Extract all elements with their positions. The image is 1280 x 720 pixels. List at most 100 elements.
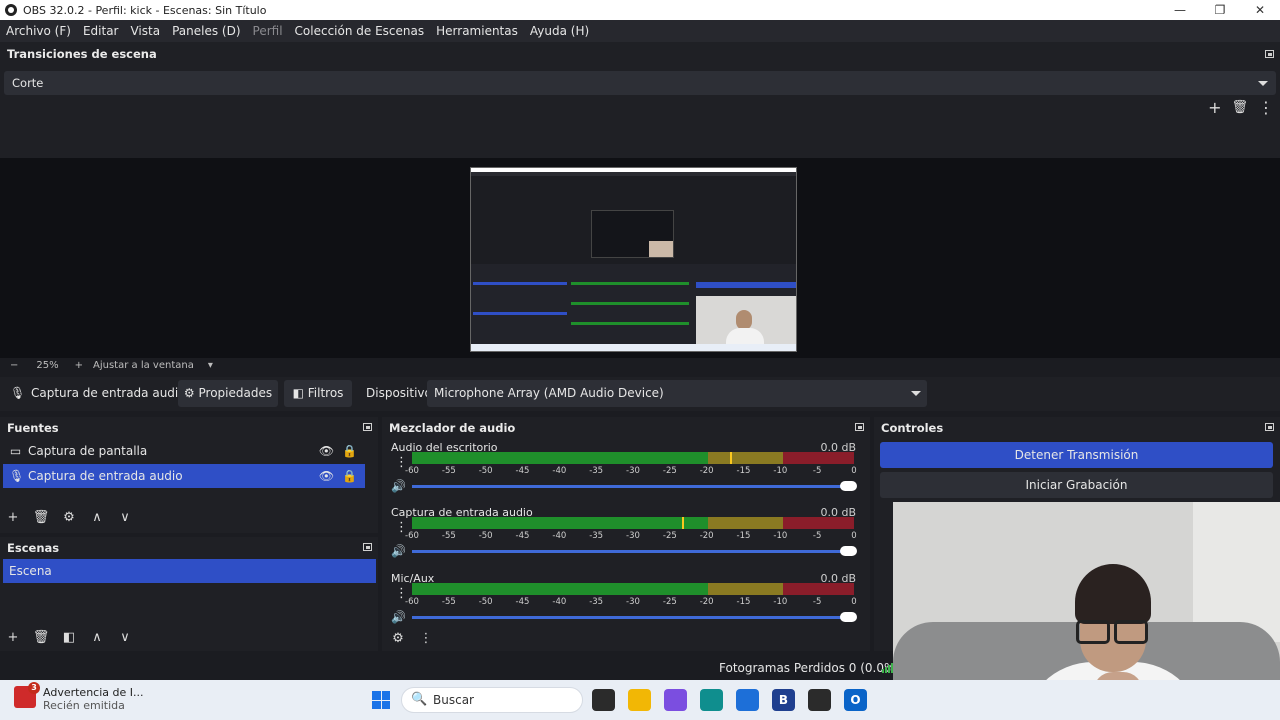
speaker-icon[interactable]: 🔊 (391, 544, 406, 558)
store-icon[interactable] (736, 689, 759, 711)
volume-meter (412, 517, 854, 529)
meter-green-zone (412, 452, 709, 464)
move-source-down-button[interactable]: ∨ (116, 510, 134, 525)
undock-icon[interactable] (1265, 50, 1274, 58)
add-transition-button[interactable]: + (1208, 100, 1221, 116)
meter-ticks: -60 -55 -50 -45 -40 -35 -30 -25 -20 -15 -10 -5 0 (405, 466, 857, 476)
volume-slider[interactable] (412, 481, 857, 491)
volume-slider-handle[interactable] (840, 612, 857, 622)
meter-tick-label: -55 (441, 597, 456, 607)
dropbox-icon[interactable] (808, 689, 831, 711)
webcam-window (1193, 502, 1280, 642)
volume-slider-handle[interactable] (840, 481, 857, 491)
meter-yellow-zone (708, 517, 784, 529)
meter-ticks: -60 -55 -50 -45 -40 -35 -30 -25 -20 -15 -10 -5 0 (405, 531, 857, 541)
add-source-button[interactable]: + (4, 510, 22, 525)
source-label: Captura de entrada audio (28, 469, 183, 483)
zoom-dropdown-icon[interactable]: ▾ (208, 360, 213, 371)
notification-title: Advertencia de I... (43, 686, 144, 699)
volume-slider-handle[interactable] (840, 546, 857, 556)
meter-tick-label: -10 (773, 531, 788, 541)
menu-item[interactable]: Perfil (247, 24, 289, 38)
remove-source-button[interactable]: 🗑 (32, 510, 50, 525)
task-view-icon[interactable] (592, 689, 615, 711)
menu-item[interactable]: Archivo (F) (0, 24, 77, 38)
undock-icon[interactable] (363, 543, 372, 551)
meter-tick-label: -20 (699, 466, 714, 476)
filters-button[interactable]: ◧ Filtros (284, 380, 352, 407)
source-properties-button[interactable]: ⚙ (60, 510, 78, 525)
zoom-value: 25% (36, 359, 59, 371)
volume-slider[interactable] (412, 612, 857, 622)
file-explorer-icon[interactable] (628, 689, 651, 711)
signal-bar (888, 665, 890, 673)
speaker-icon[interactable]: 🔊 (391, 610, 406, 624)
remove-scene-button[interactable]: 🗑 (32, 630, 50, 645)
scene-filters-button[interactable]: ◧ (60, 630, 78, 645)
preview-area[interactable] (0, 158, 1280, 358)
menu-item[interactable]: Vista (124, 24, 166, 38)
zoom-in-button[interactable]: + (75, 360, 83, 371)
taskbar-search[interactable]: 🔍 Buscar (401, 687, 583, 713)
menu-item[interactable]: Ayuda (H) (524, 24, 595, 38)
peak-indicator (681, 517, 684, 529)
preview-meter-2 (571, 302, 689, 305)
meter-tick-label: -35 (589, 597, 604, 607)
meter-tick-label: -15 (736, 597, 751, 607)
eye-icon[interactable]: 👁 (319, 444, 334, 458)
connection-signal-icon (882, 663, 893, 673)
move-source-up-button[interactable]: ∧ (88, 510, 106, 525)
program-preview[interactable] (470, 167, 797, 352)
source-item[interactable]: ▭ Captura de pantalla 👁 🔒 (3, 439, 365, 463)
undock-icon[interactable] (855, 423, 864, 431)
windows-start-icon[interactable] (372, 691, 390, 709)
lock-icon[interactable]: 🔒 (342, 444, 357, 458)
meter-tick-label: -50 (478, 531, 493, 541)
scenes-dock: Escenas Escena + 🗑 ◧ ∧ ∨ (0, 537, 378, 651)
device-select[interactable]: Microphone Array (AMD Audio Device) (427, 380, 927, 407)
menu-item[interactable]: Colección de Escenas (289, 24, 431, 38)
notification-widget[interactable]: 3 Advertencia de I... Recién emitida (14, 682, 144, 712)
mixer-settings-button[interactable]: ⚙ (389, 631, 407, 646)
meter-tick-label: -60 (405, 597, 419, 607)
transition-select[interactable]: Corte (4, 71, 1276, 95)
menu-item[interactable]: Herramientas (430, 24, 524, 38)
device-value: Microphone Array (AMD Audio Device) (434, 386, 664, 400)
meter-tick-label: -15 (736, 531, 751, 541)
scenes-toolbar: + 🗑 ◧ ∧ ∨ (4, 630, 134, 645)
speaker-icon[interactable]: 🔊 (391, 479, 406, 493)
outlook-icon[interactable]: O (844, 689, 867, 711)
transition-more-button[interactable]: ⋮ (1258, 100, 1274, 116)
maximize-button[interactable]: ❐ (1200, 0, 1240, 20)
remove-transition-button[interactable]: 🗑 (1231, 100, 1248, 116)
app-b-icon[interactable]: B (772, 689, 795, 711)
start-recording-button[interactable]: Iniciar Grabación (880, 472, 1273, 498)
meter-tick-label: -5 (812, 466, 822, 476)
volume-slider[interactable] (412, 546, 857, 556)
menu-item[interactable]: Editar (77, 24, 125, 38)
meter-tick-label: -30 (626, 466, 640, 476)
undock-icon[interactable] (363, 423, 372, 431)
fit-window-label[interactable]: Ajustar a la ventana (93, 360, 194, 371)
move-scene-down-button[interactable]: ∨ (116, 630, 134, 645)
scene-item[interactable]: Escena (3, 559, 376, 583)
mixer-more-button[interactable]: ⋮ (417, 631, 435, 646)
start-tile (381, 691, 390, 700)
stop-streaming-button[interactable]: Detener Transmisión (880, 442, 1273, 468)
zoom-out-button[interactable]: − (10, 360, 18, 371)
minimize-button[interactable]: — (1160, 0, 1200, 20)
edge-icon[interactable] (700, 689, 723, 711)
menu-item[interactable]: Paneles (D) (166, 24, 246, 38)
meter-tick-label: -25 (662, 466, 677, 476)
properties-button[interactable]: ⚙ Propiedades (178, 380, 278, 407)
meter-tick-label: -40 (552, 466, 567, 476)
move-scene-up-button[interactable]: ∧ (88, 630, 106, 645)
lock-icon[interactable]: 🔒 (342, 469, 357, 483)
eye-icon[interactable]: 👁 (319, 469, 334, 483)
source-item[interactable]: 🎙 Captura de entrada audio 👁 🔒 (3, 464, 365, 488)
meter-tick-label: -15 (736, 466, 751, 476)
copilot-icon[interactable] (664, 689, 687, 711)
close-button[interactable]: ✕ (1240, 0, 1280, 20)
undock-icon[interactable] (1265, 423, 1274, 431)
add-scene-button[interactable]: + (4, 630, 22, 645)
